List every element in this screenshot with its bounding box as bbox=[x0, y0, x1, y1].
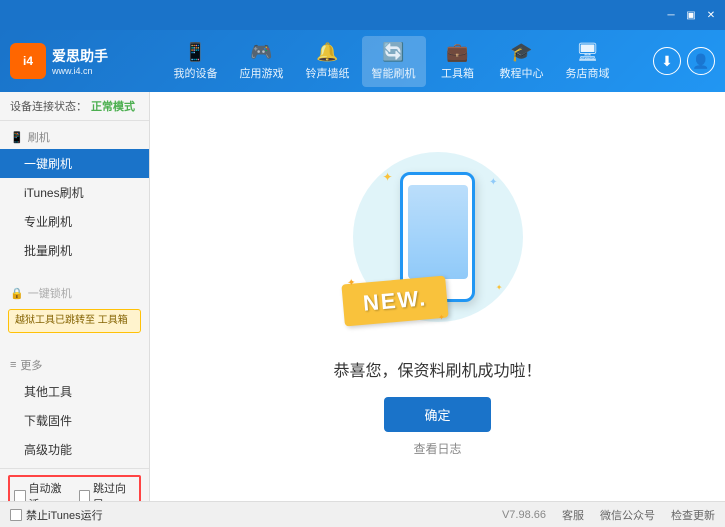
ribbon-star-left: ✦ bbox=[346, 277, 355, 289]
lock-section-header: 🔒 一键锁机 bbox=[0, 281, 149, 305]
more-icon: ≡ bbox=[10, 359, 16, 371]
more-section: ≡ 更多 其他工具 下载固件 高级功能 bbox=[0, 349, 149, 468]
logo-main: 爱思助手 bbox=[52, 46, 108, 66]
business-icon: 🖥 bbox=[576, 42, 599, 63]
maximize-icon[interactable]: ▣ bbox=[683, 7, 699, 23]
tab-apps[interactable]: 🎮 应用游戏 bbox=[230, 36, 294, 87]
tab-ringtones[interactable]: 🔔 铃声墙纸 bbox=[296, 36, 360, 87]
lock-icon: 🔒 bbox=[10, 287, 24, 300]
auto-activate-checkbox-item[interactable]: 自动激活 bbox=[14, 480, 71, 501]
ribbon-star-right: ✦ bbox=[437, 312, 444, 322]
phone-screen bbox=[408, 185, 468, 279]
sparkle-1: ✦ bbox=[383, 170, 393, 184]
sidebar-item-batch-flash[interactable]: 批量刷机 bbox=[0, 236, 149, 265]
tab-tutorial[interactable]: 🎓 教程中心 bbox=[490, 36, 554, 87]
logo-text: 爱思助手 www.i4.cn bbox=[52, 46, 108, 76]
apps-icon: 🎮 bbox=[250, 42, 272, 63]
status-bar: 禁止iTunes运行 V7.98.66 客服 微信公众号 检查更新 bbox=[0, 501, 725, 527]
flash-section-header: 📱 刷机 bbox=[0, 125, 149, 149]
sparkle-3: ✦ bbox=[496, 283, 503, 292]
customer-service-link[interactable]: 客服 bbox=[562, 507, 584, 523]
tab-my-device[interactable]: 📱 我的设备 bbox=[164, 36, 228, 87]
flash-section: 📱 刷机 一键刷机 iTunes刷机 专业刷机 批量刷机 bbox=[0, 121, 149, 269]
header: i4 爱思助手 www.i4.cn 📱 我的设备 🎮 应用游戏 🔔 铃声墙纸 🔄… bbox=[0, 30, 725, 92]
status-bar-right: V7.98.66 客服 微信公众号 检查更新 bbox=[502, 507, 715, 523]
version-text: V7.98.66 bbox=[502, 509, 546, 521]
log-link[interactable]: 查看日志 bbox=[413, 440, 461, 457]
guided-activate-checkbox[interactable] bbox=[79, 490, 91, 501]
tab-ringtones-label: 铃声墙纸 bbox=[306, 65, 350, 81]
success-text: 恭喜您，保资料刷机成功啦！ bbox=[333, 357, 541, 381]
confirm-button[interactable]: 确定 bbox=[384, 397, 490, 432]
tab-tutorial-label: 教程中心 bbox=[500, 65, 544, 81]
sidebar-item-itunes-flash[interactable]: iTunes刷机 bbox=[0, 178, 149, 207]
flash-section-label: 刷机 bbox=[28, 129, 50, 145]
logo-sub: www.i4.cn bbox=[52, 66, 108, 76]
auto-activate-checkbox[interactable] bbox=[14, 490, 26, 501]
status-label: 设备连接状态： bbox=[10, 98, 87, 114]
lock-section: 🔒 一键锁机 越狱工具已跳转至 工具箱 bbox=[0, 277, 149, 341]
itunes-checkbox[interactable] bbox=[10, 509, 22, 521]
sidebar-status: 设备连接状态： 正常模式 bbox=[0, 92, 149, 121]
sidebar-device-section: 自动激活 跳过向导 📱 iPhone 15 Pro Max 512GB iPho… bbox=[0, 468, 149, 501]
tab-smart-flash-label: 智能刷机 bbox=[372, 65, 416, 81]
nav-tabs: 📱 我的设备 🎮 应用游戏 🔔 铃声墙纸 🔄 智能刷机 💼 工具箱 🎓 教程中心… bbox=[130, 36, 653, 87]
guided-activate-checkbox-item[interactable]: 跳过向导 bbox=[79, 480, 136, 501]
more-section-header: ≡ 更多 bbox=[0, 353, 149, 377]
ringtones-icon: 🔔 bbox=[316, 42, 338, 63]
flash-section-icon: 📱 bbox=[10, 131, 24, 144]
tutorial-icon: 🎓 bbox=[510, 42, 532, 63]
tab-apps-label: 应用游戏 bbox=[240, 65, 284, 81]
new-ribbon: NEW. ✦ ✦ bbox=[341, 275, 448, 326]
tab-business[interactable]: 🖥 务店商域 bbox=[556, 36, 620, 87]
more-section-label: 更多 bbox=[20, 357, 42, 373]
minimize-icon[interactable]: ─ bbox=[663, 7, 679, 23]
itunes-check-label: 禁止iTunes运行 bbox=[26, 507, 103, 523]
smart-flash-icon: 🔄 bbox=[382, 42, 404, 63]
sidebar-item-advanced[interactable]: 高级功能 bbox=[0, 435, 149, 464]
tab-toolbox-label: 工具箱 bbox=[441, 65, 474, 81]
sidebar-item-pro-flash[interactable]: 专业刷机 bbox=[0, 207, 149, 236]
close-icon[interactable]: ✕ bbox=[703, 7, 719, 23]
tab-toolbox[interactable]: 💼 工具箱 bbox=[428, 36, 488, 87]
guided-activate-label: 跳过向导 bbox=[93, 480, 135, 501]
user-button[interactable]: 👤 bbox=[687, 47, 715, 75]
download-button[interactable]: ⬇ bbox=[653, 47, 681, 75]
check-update-link[interactable]: 检查更新 bbox=[671, 507, 715, 523]
sidebar-item-other-tools[interactable]: 其他工具 bbox=[0, 377, 149, 406]
device-icon: 📱 bbox=[184, 42, 206, 63]
content-area: ✦ ✦ ✦ NEW. ✦ ✦ 恭喜您，保资料刷机成功啦！ 确定 查看日志 bbox=[150, 92, 725, 501]
tab-smart-flash[interactable]: 🔄 智能刷机 bbox=[362, 36, 426, 87]
logo-icon: i4 bbox=[10, 43, 46, 79]
new-ribbon-text: NEW. bbox=[361, 285, 427, 316]
status-bar-content: 禁止iTunes运行 V7.98.66 客服 微信公众号 检查更新 bbox=[10, 507, 715, 523]
sidebar-item-download-firmware[interactable]: 下载固件 bbox=[0, 406, 149, 435]
auto-activate-label: 自动激活 bbox=[29, 480, 71, 501]
lock-section-label: 一键锁机 bbox=[28, 285, 72, 301]
itunes-check[interactable]: 禁止iTunes运行 bbox=[10, 507, 103, 523]
top-bar: ─ ▣ ✕ bbox=[0, 0, 725, 30]
repair-notice: 越狱工具已跳转至 工具箱 bbox=[8, 309, 141, 333]
wechat-link[interactable]: 微信公众号 bbox=[600, 507, 655, 523]
toolbox-icon: 💼 bbox=[446, 42, 468, 63]
status-mode: 正常模式 bbox=[91, 98, 135, 114]
logo-area: i4 爱思助手 www.i4.cn bbox=[0, 43, 130, 79]
tab-my-device-label: 我的设备 bbox=[174, 65, 218, 81]
sidebar-item-one-key-flash[interactable]: 一键刷机 bbox=[0, 149, 149, 178]
tab-business-label: 务店商域 bbox=[566, 65, 610, 81]
success-illustration: ✦ ✦ ✦ NEW. ✦ ✦ bbox=[338, 137, 538, 337]
header-right: ⬇ 👤 bbox=[653, 47, 725, 75]
sparkle-2: ✦ bbox=[489, 177, 497, 188]
auto-activate-row: 自动激活 跳过向导 bbox=[8, 475, 141, 501]
sidebar: 设备连接状态： 正常模式 📱 刷机 一键刷机 iTunes刷机 专业刷机 批量刷… bbox=[0, 92, 150, 501]
